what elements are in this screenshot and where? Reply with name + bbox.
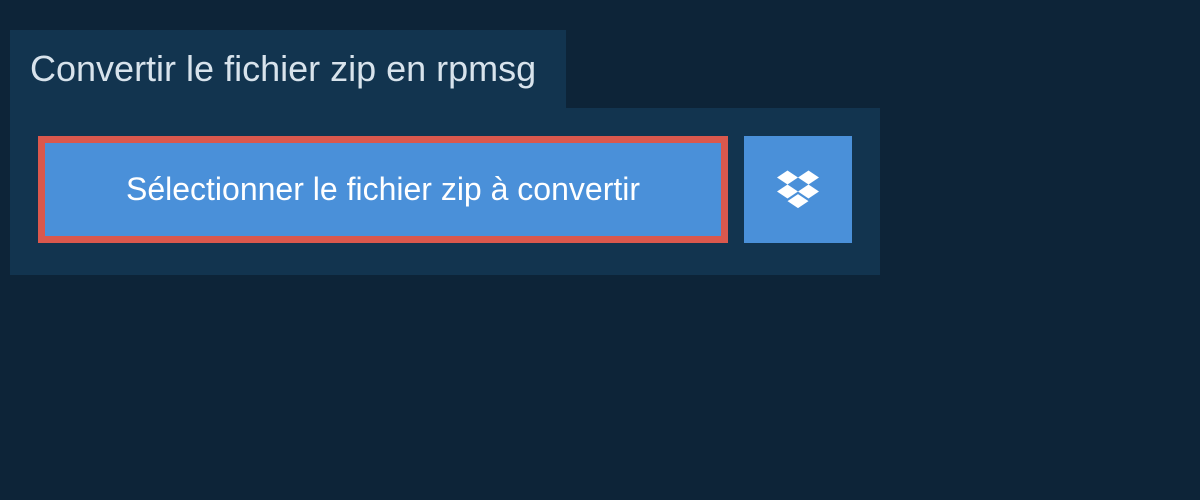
dropbox-icon <box>777 167 819 212</box>
header-bar: Convertir le fichier zip en rpmsg <box>10 30 566 108</box>
dropbox-button[interactable] <box>744 136 852 243</box>
select-file-label: Sélectionner le fichier zip à convertir <box>126 171 640 208</box>
action-panel: Sélectionner le fichier zip à convertir <box>10 108 880 275</box>
select-file-button[interactable]: Sélectionner le fichier zip à convertir <box>38 136 728 243</box>
page-title: Convertir le fichier zip en rpmsg <box>30 48 536 90</box>
button-row: Sélectionner le fichier zip à convertir <box>38 136 852 243</box>
